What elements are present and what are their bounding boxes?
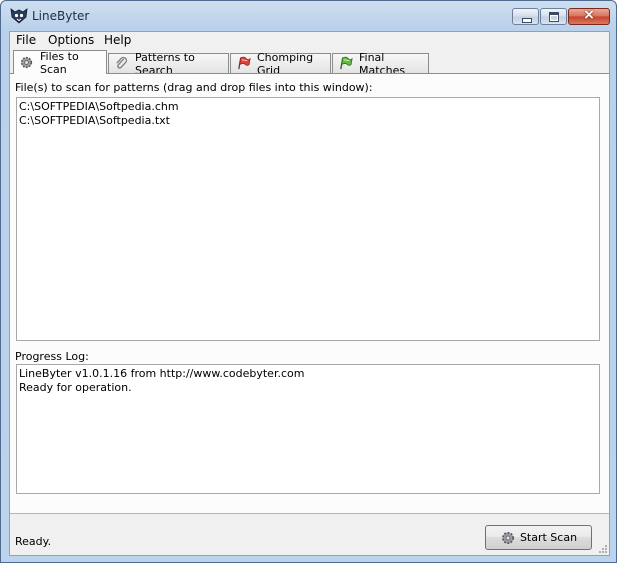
minimize-button[interactable] (512, 8, 539, 25)
status-text: Ready. (15, 535, 52, 548)
window-controls: × (511, 7, 610, 25)
maximize-button[interactable] (540, 8, 567, 25)
app-logo-icon (10, 8, 28, 24)
list-item[interactable]: C:\SOFTPEDIA\Softpedia.chm (19, 100, 597, 114)
files-label: File(s) to scan for patterns (drag and d… (15, 81, 373, 94)
menu-help[interactable]: Help (104, 33, 131, 47)
gear-icon (501, 531, 514, 544)
gear-icon (20, 56, 33, 69)
list-item[interactable]: C:\SOFTPEDIA\Softpedia.txt (19, 114, 597, 128)
menu-options[interactable]: Options (48, 33, 94, 47)
files-panel: File(s) to scan for patterns (drag and d… (10, 73, 609, 514)
app-window: LineByter × File Options Help Files to S… (0, 0, 617, 563)
close-icon: × (583, 7, 595, 23)
tab-patterns-to-search[interactable]: Patterns to Search (108, 51, 229, 77)
tab-files-to-scan[interactable]: Files to Scan (13, 49, 107, 76)
title-bar[interactable]: LineByter × (1, 1, 616, 31)
progress-log-label: Progress Log: (15, 350, 89, 363)
tab-chomping-grid[interactable]: Chomping Grid (230, 51, 331, 77)
menu-bar: File Options Help (10, 32, 609, 50)
log-line: LineByter v1.0.1.16 from http://www.code… (19, 367, 305, 380)
start-scan-button[interactable]: Start Scan (485, 525, 592, 550)
menu-file[interactable]: File (16, 33, 36, 47)
paperclip-icon (116, 56, 128, 69)
start-scan-label: Start Scan (519, 531, 578, 544)
log-line: Ready for operation. (19, 381, 132, 394)
red-flag-icon (238, 56, 251, 70)
window-title: LineByter (32, 9, 90, 23)
tab-final-matches[interactable]: Final Matches (332, 51, 429, 77)
close-button[interactable]: × (568, 7, 610, 25)
green-flag-icon (340, 56, 353, 70)
tab-label: Files to Scan (40, 49, 79, 76)
resize-grip-icon[interactable] (598, 544, 608, 554)
tab-strip: Files to Scan Patterns to Search Chompin… (10, 49, 609, 77)
file-list[interactable]: C:\SOFTPEDIA\Softpedia.chm C:\SOFTPEDIA\… (16, 97, 600, 341)
client-area: File Options Help Files to Scan Patterns… (9, 31, 610, 556)
progress-log[interactable]: LineByter v1.0.1.16 from http://www.code… (16, 364, 600, 494)
